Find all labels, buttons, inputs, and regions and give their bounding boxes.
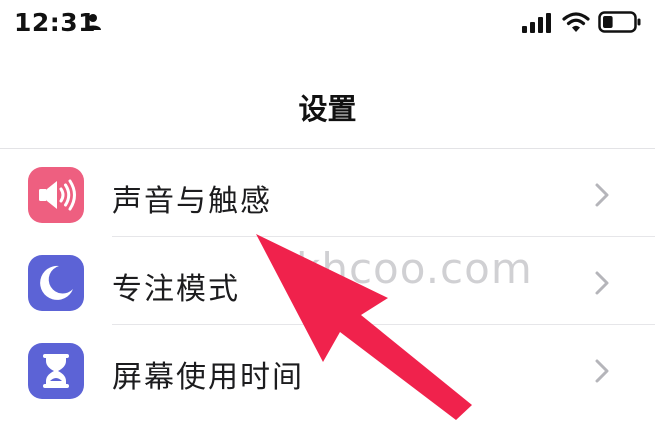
status-bar: 12:31 [0,0,655,48]
settings-row-label: 屏幕使用时间 [112,360,304,395]
speaker-icon [28,167,84,223]
settings-row-screen-time[interactable]: 屏幕使用时间 [0,325,655,413]
settings-row-label: 专注模式 [112,272,240,307]
chevron-right-icon [595,359,609,383]
nav-bar: 设置 [0,48,655,149]
settings-row-label: 声音与触感 [112,184,272,219]
chevron-right-icon [595,271,609,295]
hourglass-icon [28,343,84,399]
chevron-right-icon [595,183,609,207]
signal-icon [522,13,551,33]
battery-icon [598,11,641,33]
moon-icon [28,255,84,311]
wifi-icon [562,12,590,32]
person-icon [85,14,101,30]
watermark-text: khcoo.com [296,244,533,293]
page-title: 设置 [298,92,357,126]
settings-row-sounds-haptics[interactable]: 声音与触感 [0,149,655,237]
